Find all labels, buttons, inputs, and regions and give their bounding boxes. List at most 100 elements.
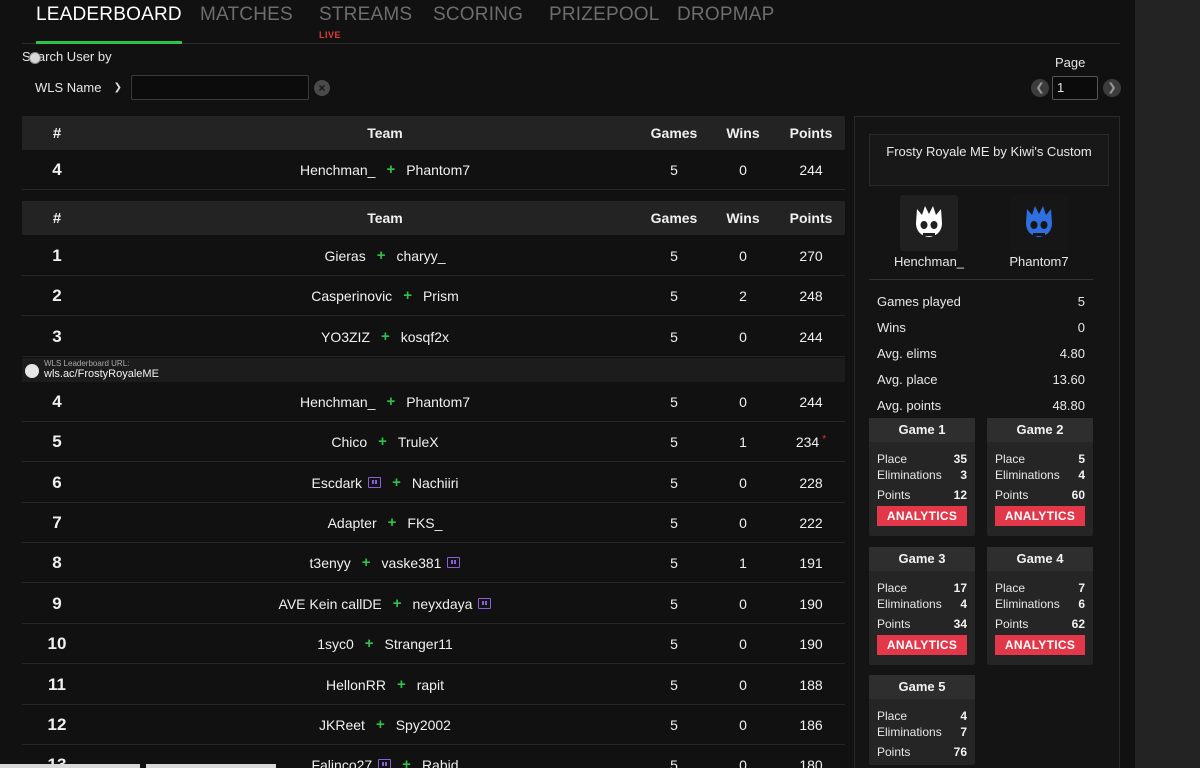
- rank-cell: 4: [52, 391, 62, 411]
- player-name[interactable]: JKReet: [319, 717, 365, 733]
- taskbar-item: [0, 764, 140, 768]
- taskbar-item: [146, 764, 276, 768]
- player-name[interactable]: Stranger11: [385, 636, 453, 652]
- stat-label: Wins: [877, 320, 906, 335]
- place-label: Place: [877, 709, 908, 723]
- team-row[interactable]: 10 1syc0 + Stranger11 5 0 190: [22, 624, 845, 664]
- player-name[interactable]: Gieras: [324, 248, 365, 264]
- wins-cell: 0: [739, 474, 747, 491]
- place-value: 35: [953, 452, 967, 466]
- team-row[interactable]: 2 Casperinovic + Prism 5 2 248: [22, 276, 845, 316]
- player-avatar[interactable]: [900, 195, 958, 251]
- plus-icon: +: [386, 393, 396, 410]
- points-value: 60: [1071, 488, 1085, 502]
- stat-value: 13.60: [1052, 372, 1085, 387]
- tab-label: DROPMAP: [677, 4, 775, 25]
- pinned-team-row[interactable]: 4 Henchman_ + Phantom7 5 0 244: [22, 150, 845, 190]
- player-name[interactable]: kosqf2x: [401, 329, 449, 345]
- stat-value: 0: [1077, 320, 1085, 335]
- player-name[interactable]: FKS_: [407, 515, 442, 531]
- tab-scoring[interactable]: SCORING: [433, 4, 523, 44]
- team-row[interactable]: 11 HellonRR + rapit 5 0 188: [22, 665, 845, 705]
- skull-icon: [916, 206, 942, 237]
- chevron-down-icon: ❯: [113, 82, 122, 93]
- player-name[interactable]: neyxdaya: [413, 596, 473, 612]
- player-avatar[interactable]: [1010, 195, 1068, 251]
- twitch-icon[interactable]: [368, 477, 382, 488]
- player-name[interactable]: Phantom7: [406, 394, 470, 410]
- tab-prizepool[interactable]: PRIZEPOOL: [549, 4, 660, 44]
- player-name[interactable]: HellonRR: [326, 677, 386, 693]
- search-type-select[interactable]: WLS Name ❯: [22, 75, 126, 101]
- twitch-icon[interactable]: [478, 598, 492, 609]
- chevron-left-icon[interactable]: ❮: [1031, 79, 1049, 97]
- player-name[interactable]: Falinco27: [311, 757, 372, 768]
- player-name[interactable]: Spy2002: [396, 717, 451, 733]
- player-name[interactable]: Prism: [423, 288, 459, 304]
- player-name[interactable]: 1syc0: [317, 636, 354, 652]
- team-row[interactable]: 5 Chico + TruleX 5 1 234 *: [22, 422, 845, 462]
- games-cell: 5: [670, 554, 678, 571]
- points-cell: 186: [772, 705, 850, 744]
- search-input[interactable]: [131, 75, 309, 100]
- player-name[interactable]: Chico: [331, 434, 367, 450]
- clear-search-icon[interactable]: ×: [314, 80, 330, 96]
- leaderboard-url[interactable]: wls.ac/FrostyRoyaleME: [44, 368, 159, 380]
- player-name[interactable]: Henchman_: [300, 394, 376, 410]
- team-row[interactable]: 12 JKReet + Spy2002 5 0 186: [22, 705, 845, 745]
- tab-leaderboard[interactable]: LEADERBOARD: [36, 4, 182, 44]
- team-row[interactable]: 8 t3enyy + vaske381 5 1 191: [22, 543, 845, 583]
- analytics-button[interactable]: ANALYTICS: [995, 635, 1085, 655]
- points-value: 270: [799, 247, 823, 264]
- player-name[interactable]: Casperinovic: [311, 288, 392, 304]
- player-name[interactable]: Rabid: [422, 757, 459, 768]
- player-name[interactable]: AVE Kein callDE: [279, 596, 382, 612]
- player-name[interactable]: Escdark: [311, 475, 362, 491]
- col-points-header: Points: [789, 125, 833, 141]
- team-row[interactable]: 3 YO3ZIZ + kosqf2x 5 0 244: [22, 317, 845, 357]
- page-input[interactable]: 1: [1052, 76, 1098, 100]
- points-value: 180: [799, 756, 823, 768]
- twitch-icon[interactable]: [447, 557, 461, 568]
- team-row[interactable]: 9 AVE Kein callDE + neyxdaya 5 0 190: [22, 584, 845, 624]
- elims-value: 6: [1078, 597, 1085, 611]
- analytics-button[interactable]: ANALYTICS: [995, 506, 1085, 526]
- team-row[interactable]: 6 Escdark + Nachiiri 5 0 228: [22, 463, 845, 503]
- player-name[interactable]: Phantom7: [406, 162, 470, 178]
- points-value: 244: [799, 393, 823, 410]
- analytics-button[interactable]: ANALYTICS: [877, 506, 967, 526]
- team-cell: Henchman_ + Phantom7: [92, 150, 678, 189]
- team-cell: Henchman_ + Phantom7: [92, 382, 678, 421]
- player-name[interactable]: charyy_: [396, 248, 445, 264]
- chevron-right-icon[interactable]: ❯: [1103, 79, 1121, 97]
- tab-dropmap[interactable]: DROPMAP: [677, 4, 774, 44]
- tab-matches[interactable]: MATCHES: [200, 4, 293, 44]
- games-cell: 5: [670, 474, 678, 491]
- tab-streams[interactable]: STREAMS LIVE: [319, 4, 412, 44]
- player-name[interactable]: t3enyy: [310, 555, 351, 571]
- team-row[interactable]: 1 Gieras + charyy_ 5 0 270: [22, 236, 845, 276]
- player-name: Phantom7: [1009, 254, 1069, 269]
- elims-label: Eliminations: [877, 725, 942, 739]
- team-row[interactable]: 4 Henchman_ + Phantom7 5 0 244: [22, 382, 845, 422]
- player-name[interactable]: TruleX: [398, 434, 439, 450]
- player-name[interactable]: rapit: [417, 677, 444, 693]
- points-value: 190: [799, 595, 823, 612]
- player-name[interactable]: Nachiiri: [412, 475, 459, 491]
- points-value: 244: [799, 328, 823, 345]
- rank-cell: 1: [52, 245, 62, 265]
- analytics-button[interactable]: ANALYTICS: [877, 635, 967, 655]
- place-label: Place: [995, 452, 1026, 466]
- twitch-icon[interactable]: [378, 759, 392, 768]
- tab-bar: LEADERBOARD MATCHES STREAMS LIVE SCORING …: [22, 0, 1120, 44]
- plus-icon: +: [364, 635, 374, 652]
- player-name[interactable]: Henchman_: [300, 162, 376, 178]
- player-name[interactable]: YO3ZIZ: [321, 329, 370, 345]
- games-cell: 5: [670, 595, 678, 612]
- player-name[interactable]: Adapter: [328, 515, 377, 531]
- team-row[interactable]: 7 Adapter + FKS_ 5 0 222: [22, 503, 845, 543]
- wins-cell: 2: [739, 287, 747, 304]
- games-cell: 5: [670, 161, 678, 178]
- points-value: 234: [795, 433, 820, 450]
- player-name[interactable]: vaske381: [382, 555, 442, 571]
